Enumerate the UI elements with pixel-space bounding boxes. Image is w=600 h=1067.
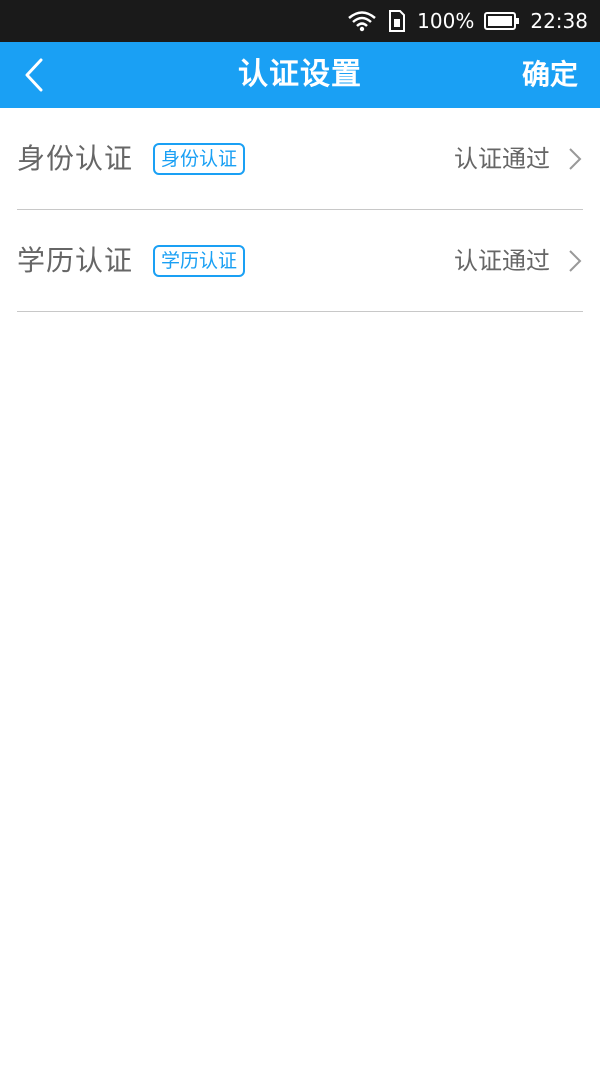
- chevron-left-icon: [25, 58, 43, 92]
- chevron-right-icon: [569, 250, 582, 272]
- row-badge: 学历认证: [153, 245, 246, 277]
- app-bar: 认证设置 确定: [0, 42, 600, 108]
- back-button[interactable]: [14, 55, 54, 95]
- status-bar: 100% 22:38: [0, 0, 600, 42]
- battery-percent: 100%: [417, 9, 475, 33]
- row-badge: 身份认证: [153, 143, 246, 175]
- chevron-right-icon: [569, 148, 582, 170]
- verification-list: 身份认证 身份认证 认证通过 学历认证 学历认证 认证通过: [0, 108, 600, 312]
- battery-icon: [484, 11, 520, 31]
- identity-verification-row[interactable]: 身份认证 身份认证 认证通过: [17, 108, 583, 210]
- page-title: 认证设置: [238, 57, 362, 92]
- row-label: 身份认证: [17, 142, 134, 175]
- wifi-icon: [347, 9, 377, 33]
- row-status: 认证通过: [454, 145, 550, 173]
- row-status: 认证通过: [454, 247, 550, 275]
- clock: 22:38: [530, 9, 588, 33]
- confirm-button[interactable]: 确定: [522, 42, 578, 108]
- row-label: 学历认证: [17, 244, 134, 277]
- sim-icon: [387, 9, 407, 33]
- education-verification-row[interactable]: 学历认证 学历认证 认证通过: [17, 210, 583, 312]
